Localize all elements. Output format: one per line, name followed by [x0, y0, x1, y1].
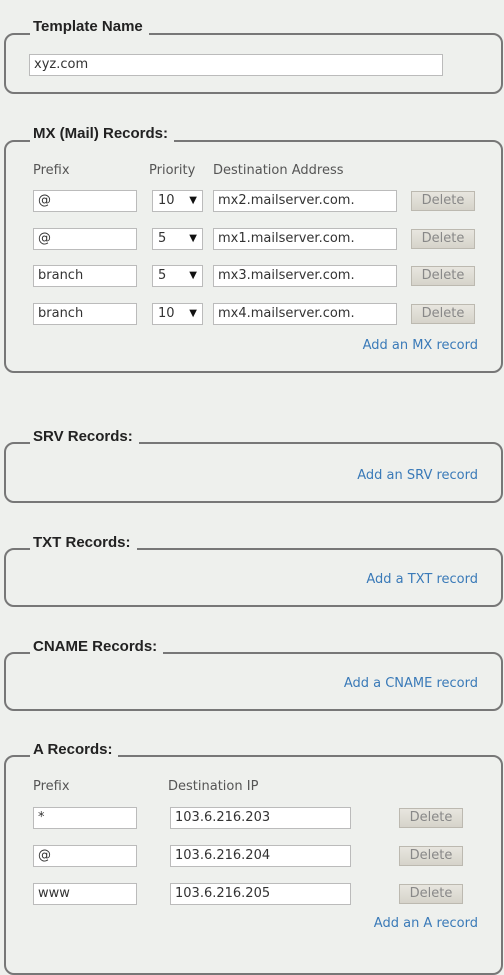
mx-destination-input[interactable]: mx1.mailserver.com. [213, 228, 397, 250]
mx-priority-select[interactable]: 10 ▼ [152, 190, 203, 212]
template-name-legend: Template Name [30, 18, 149, 35]
mx-destination-input[interactable]: mx2.mailserver.com. [213, 190, 397, 212]
srv-records-legend: SRV Records: [30, 428, 139, 445]
priority-value: 5 [158, 231, 167, 246]
a-records-legend: A Records: [30, 741, 119, 758]
a-prefix-input[interactable]: * [33, 807, 137, 829]
a-ip-input[interactable]: 103.6.216.204 [170, 845, 351, 867]
a-delete-button[interactable]: Delete [399, 846, 463, 866]
add-a-record-link[interactable]: Add an A record [374, 916, 478, 931]
priority-value: 10 [158, 193, 175, 208]
mx-prefix-header: Prefix [33, 163, 70, 178]
dropdown-arrow-icon: ▼ [189, 195, 197, 206]
add-mx-record-link[interactable]: Add an MX record [363, 338, 478, 353]
priority-value: 5 [158, 268, 167, 283]
mx-delete-button[interactable]: Delete [411, 304, 475, 324]
a-delete-button[interactable]: Delete [399, 808, 463, 828]
mx-destination-header: Destination Address [213, 163, 344, 178]
a-ip-input[interactable]: 103.6.216.205 [170, 883, 351, 905]
mx-delete-button[interactable]: Delete [411, 266, 475, 286]
a-prefix-header: Prefix [33, 779, 70, 794]
mx-prefix-input[interactable]: @ [33, 190, 137, 212]
template-name-input[interactable]: xyz.com [29, 54, 443, 76]
a-ip-input[interactable]: 103.6.216.203 [170, 807, 351, 829]
priority-value: 10 [158, 306, 175, 321]
a-delete-button[interactable]: Delete [399, 884, 463, 904]
mx-priority-select[interactable]: 5 ▼ [152, 228, 203, 250]
mx-prefix-input[interactable]: branch [33, 303, 137, 325]
add-srv-record-link[interactable]: Add an SRV record [357, 468, 478, 483]
txt-records-legend: TXT Records: [30, 534, 137, 551]
dropdown-arrow-icon: ▼ [189, 233, 197, 244]
mx-priority-select[interactable]: 5 ▼ [152, 265, 203, 287]
dropdown-arrow-icon: ▼ [189, 270, 197, 281]
add-cname-record-link[interactable]: Add a CNAME record [344, 676, 478, 691]
cname-records-legend: CNAME Records: [30, 638, 164, 655]
mx-priority-select[interactable]: 10 ▼ [152, 303, 203, 325]
mx-destination-input[interactable]: mx4.mailserver.com. [213, 303, 397, 325]
mx-prefix-input[interactable]: @ [33, 228, 137, 250]
mx-destination-input[interactable]: mx3.mailserver.com. [213, 265, 397, 287]
mx-records-legend: MX (Mail) Records: [30, 125, 175, 142]
add-txt-record-link[interactable]: Add a TXT record [366, 572, 478, 587]
mx-delete-button[interactable]: Delete [411, 191, 475, 211]
a-prefix-input[interactable]: www [33, 883, 137, 905]
mx-prefix-input[interactable]: branch [33, 265, 137, 287]
a-ip-header: Destination IP [168, 779, 259, 794]
dropdown-arrow-icon: ▼ [189, 308, 197, 319]
mx-delete-button[interactable]: Delete [411, 229, 475, 249]
mx-priority-header: Priority [149, 163, 196, 178]
a-prefix-input[interactable]: @ [33, 845, 137, 867]
